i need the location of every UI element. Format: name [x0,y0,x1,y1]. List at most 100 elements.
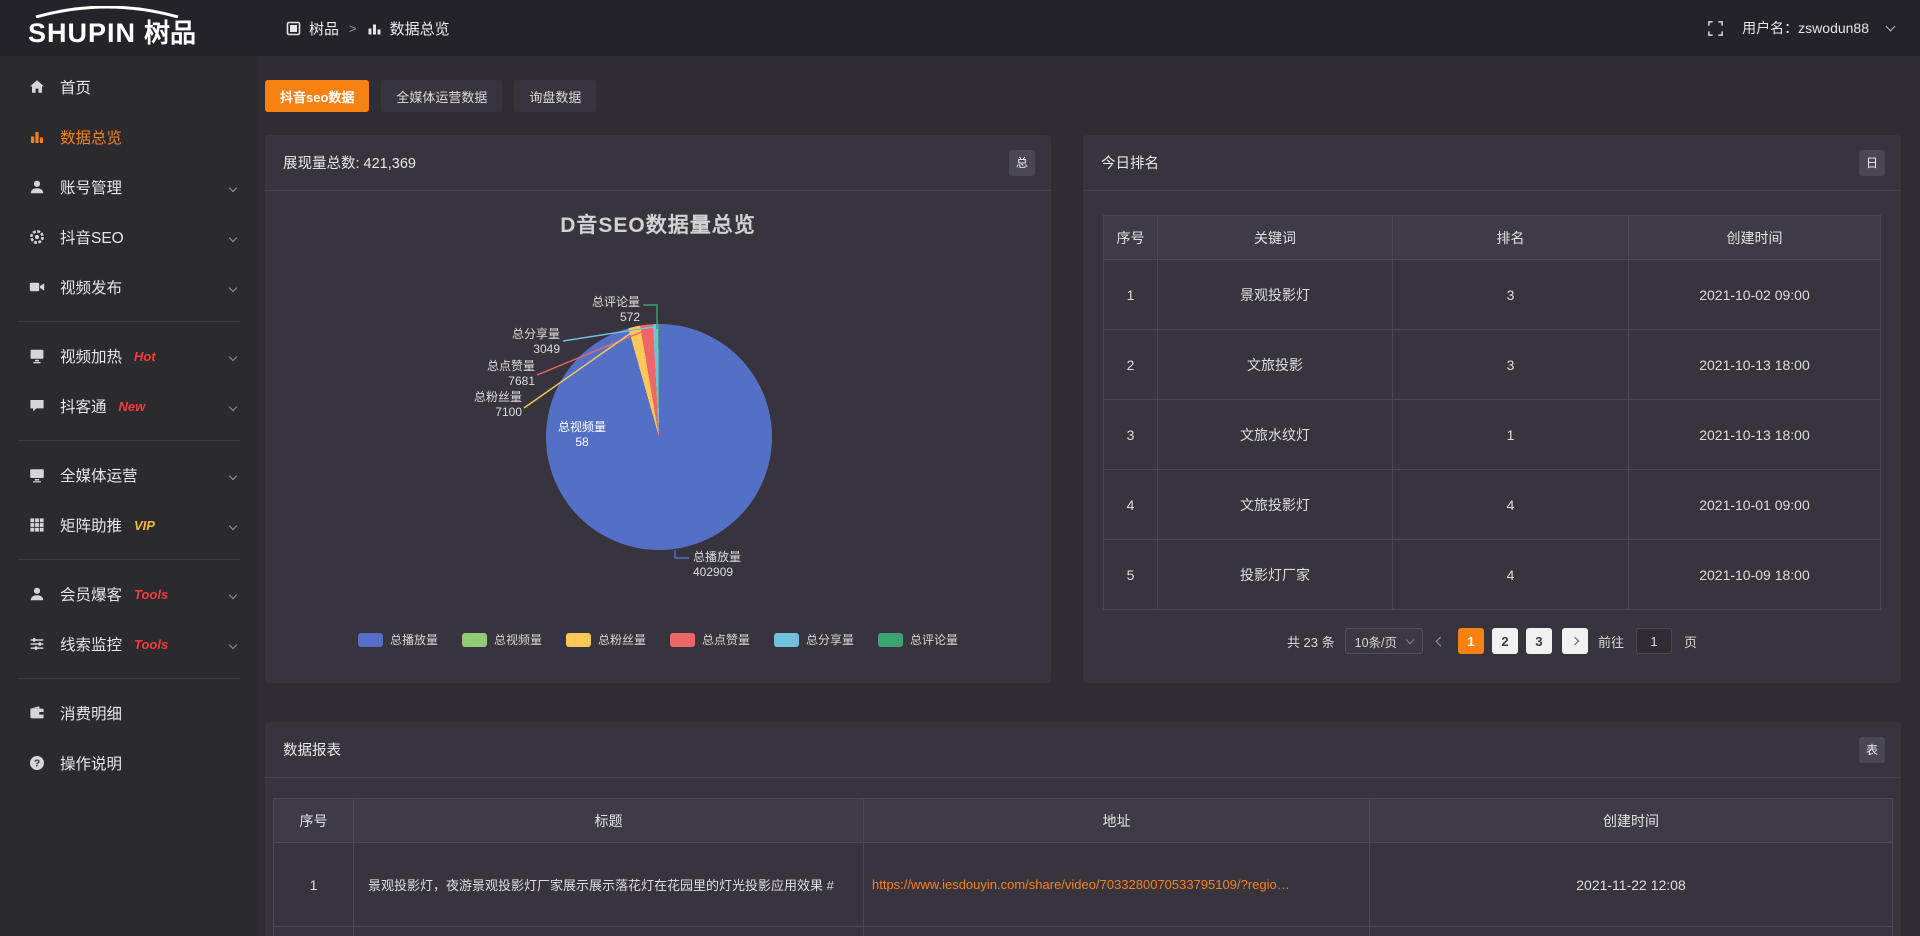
page-button-2[interactable]: 2 [1492,628,1518,654]
legend-item[interactable]: 总播放量 [358,631,438,648]
column-header: 排名 [1393,216,1629,260]
sidebar-item-clue-monitor[interactable]: 线索监控Tools [0,619,258,669]
ranking-card: 今日排名 日 序号关键词排名创建时间 1景观投影灯32021-10-02 09:… [1083,135,1901,683]
sidebar-item-badge: Hot [134,349,156,364]
header-right: 用户名：zswodun88 [1707,18,1920,38]
table-row: 1景观投影灯32021-10-02 09:00 [1104,260,1881,330]
chat-icon [28,397,46,415]
total-view-button[interactable]: 总 [1009,150,1035,176]
sidebar-item-badge: Tools [134,637,168,652]
video-link[interactable]: https://www.iesdouyin.com/share/video/70… [872,877,1290,892]
sidebar-item-label: 视频加热 [60,345,122,367]
pagination-total: 共 23 条 [1287,632,1335,651]
report-table: 序号标题地址创建时间 1 景观投影灯，夜游景观投影灯厂家展示展示落花灯在花园里的… [273,798,1893,936]
sidebar-item-matrix-boost[interactable]: 矩阵助推 VIP [0,500,258,550]
pie-label-likes: 总点赞量7681 [465,359,535,389]
page-buttons: 123 [1458,628,1552,654]
tab-inquiry-data[interactable]: 询盘数据 [514,80,596,112]
sidebar-divider [18,678,240,679]
pie-label-plays: 总播放量402909 [693,550,741,580]
column-header: 序号 [1104,216,1158,260]
sidebar-item-label: 矩阵助推 [60,514,122,536]
bar-chart-icon [367,21,382,36]
user-menu-chevron-icon[interactable] [1886,22,1896,32]
ranking-card-header: 今日排名 日 [1083,135,1901,191]
table-view-button[interactable]: 表 [1859,737,1885,763]
sidebar-item-douketong[interactable]: 抖客通 New [0,381,258,431]
sidebar-divider [18,321,240,322]
sidebar-item-member[interactable]: 会员爆客Tools [0,569,258,619]
table-row: 4文旅投影灯42021-10-01 09:00 [1104,470,1881,540]
report-row-time: 2021-11-22 12:08 [1370,843,1893,927]
member-icon [28,585,46,603]
ranking-card-title: 今日排名 [1101,152,1159,173]
breadcrumb-root[interactable]: 树品 [309,18,339,39]
chart-icon [28,128,46,146]
sidebar-item-home[interactable]: 首页 [0,62,258,112]
grid-icon [28,516,46,534]
legend-item[interactable]: 总分享量 [774,631,854,648]
overview-card-header: 展现量总数: 421,369 总 [265,135,1051,191]
legend-swatch [566,633,591,647]
table-row: 5投影灯厂家42021-10-09 18:00 [1104,540,1881,610]
sidebar-item-media-ops[interactable]: 全媒体运营 [0,450,258,500]
legend-swatch [878,633,903,647]
report-card: 数据报表 表 序号标题地址创建时间 1 景观投影灯，夜游景观投影灯厂家展示展示落… [265,722,1901,936]
home-icon [28,78,46,96]
sidebar-item-label: 操作说明 [60,752,122,774]
svg-text:?: ? [34,758,40,769]
report-row-title: 景观投影灯，夜游景观投影灯厂家展示展示落花灯在花园里的灯光投影应用效果 # [354,843,864,927]
legend-item[interactable]: 总视频量 [462,631,542,648]
sidebar-item-help[interactable]: ? 操作说明 [0,738,258,788]
report-table-header-row: 序号标题地址创建时间 [274,799,1893,843]
sidebar-item-label: 消费明细 [60,702,122,724]
sliders-icon [28,635,46,653]
sidebar-item-label: 账号管理 [60,176,122,198]
legend-swatch [462,633,487,647]
data-tabs: 抖音seo数据全媒体运营数据询盘数据 [265,80,1901,112]
legend-swatch [358,633,383,647]
column-header: 关键词 [1158,216,1393,260]
sidebar-item-badge: VIP [134,518,155,533]
sidebar-item-label: 数据总览 [60,126,122,148]
chevron-left-icon [1436,636,1446,646]
report-row-index: 1 [274,843,354,927]
tab-media-ops-data[interactable]: 全媒体运营数据 [381,80,502,112]
sidebar-item-account[interactable]: 账号管理 [0,162,258,212]
sidebar-item-data-overview[interactable]: 数据总览 [0,112,258,162]
impressions-total: 展现量总数: 421,369 [283,152,416,173]
column-header: 创建时间 [1370,799,1893,843]
sidebar-item-douyin-seo[interactable]: 抖音SEO [0,212,258,262]
legend-label: 总视频量 [494,631,542,648]
pie-label-fans: 总粉丝量7100 [452,390,522,420]
page-size-select[interactable]: 10条/页 [1345,628,1423,654]
prev-page-button[interactable] [1433,638,1448,645]
sidebar-item-consume-detail[interactable]: 消费明细 [0,688,258,738]
page-button-3[interactable]: 3 [1526,628,1552,654]
chevron-down-icon [230,585,236,603]
sidebar-menu: 首页数据总览账号管理抖音SEO视频发布视频加热Hot抖客通New全媒体运营矩阵助… [0,62,258,788]
sidebar-divider [18,440,240,441]
next-page-button[interactable] [1562,628,1588,654]
app-window-icon [286,21,301,36]
legend-item[interactable]: 总粉丝量 [566,631,646,648]
sidebar-item-video-publish[interactable]: 视频发布 [0,262,258,312]
sidebar-item-badge: New [119,399,146,414]
sidebar-item-video-heat[interactable]: 视频加热 Hot [0,331,258,381]
sidebar-item-label: 抖客通 [60,395,107,417]
sidebar-item-label: 抖音SEO [60,226,124,248]
legend-item[interactable]: 总评论量 [878,631,958,648]
daily-view-button[interactable]: 日 [1859,150,1885,176]
legend-item[interactable]: 总点赞量 [670,631,750,648]
fullscreen-icon[interactable] [1707,20,1724,37]
username[interactable]: 用户名：zswodun88 [1742,18,1869,38]
tab-douyin-seo-data[interactable]: 抖音seo数据 [265,80,369,112]
goto-page-input[interactable] [1636,628,1672,654]
report-card-header: 数据报表 表 [265,722,1901,778]
logo-arc [32,6,182,18]
column-header: 序号 [274,799,354,843]
page-button-1[interactable]: 1 [1458,628,1484,654]
gear-icon [28,228,46,246]
help-icon: ? [28,754,46,772]
chevron-down-icon [230,397,236,415]
